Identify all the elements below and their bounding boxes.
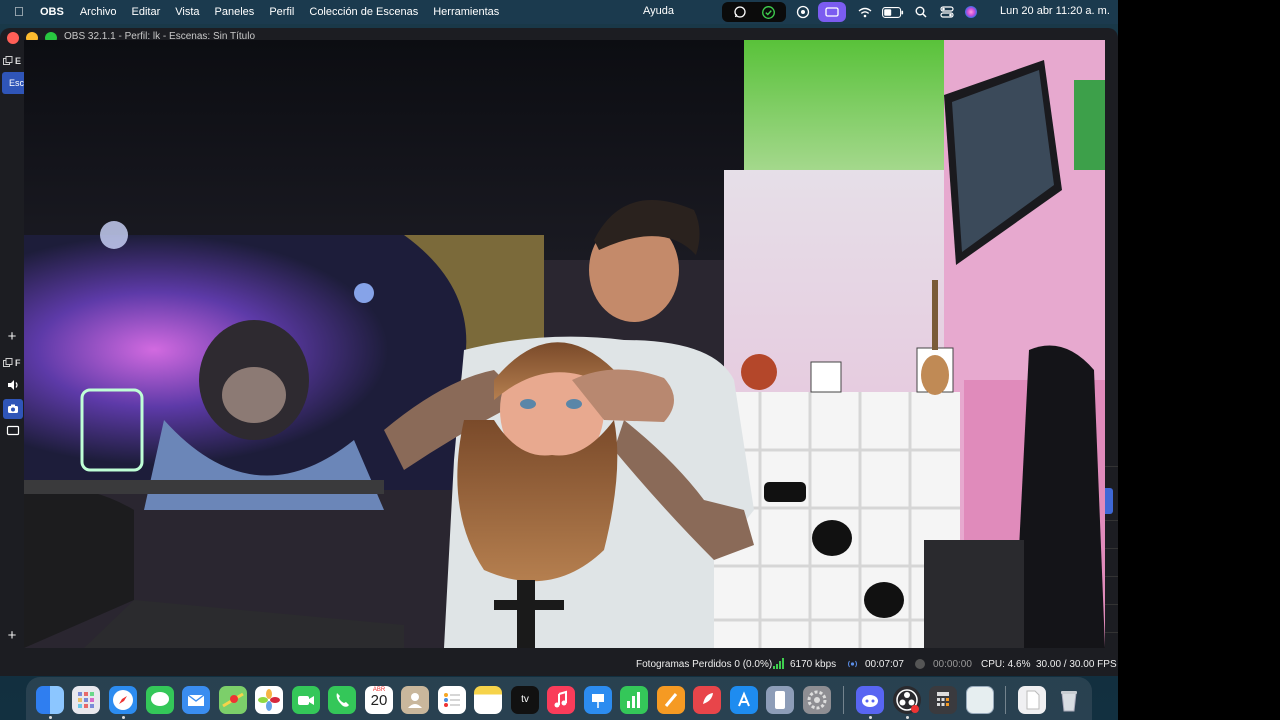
camera-source-item[interactable] xyxy=(3,399,23,419)
facetime-icon[interactable] xyxy=(292,686,320,714)
close-button[interactable] xyxy=(7,32,19,44)
cpu-label: CPU: 4.6% xyxy=(981,659,1031,670)
fps-label: 30.00 / 30.00 FPS xyxy=(1036,659,1117,670)
mail-icon[interactable] xyxy=(182,686,210,714)
stream-icon xyxy=(848,660,857,668)
keynote-icon[interactable] xyxy=(584,686,612,714)
sources-dock-title: F xyxy=(15,358,21,368)
add-scene-button[interactable]: + xyxy=(4,329,20,345)
music-icon[interactable] xyxy=(547,686,575,714)
trash-icon[interactable] xyxy=(1055,686,1083,714)
reminders-icon[interactable] xyxy=(438,686,466,714)
dock-divider xyxy=(1105,548,1118,549)
stream-time-label: 00:07:07 xyxy=(865,659,904,670)
dock-divider xyxy=(1105,576,1118,577)
program-preview[interactable] xyxy=(24,40,1105,648)
add-source-button[interactable]: + xyxy=(4,628,20,644)
search-icon[interactable] xyxy=(910,2,932,22)
contacts-icon[interactable] xyxy=(401,686,429,714)
menu-archivo[interactable]: Archivo xyxy=(80,6,117,18)
right-dock xyxy=(1105,40,1118,648)
system-settings-icon[interactable] xyxy=(803,686,831,714)
running-indicator xyxy=(49,716,52,719)
menu-bar:  OBS Archivo Editar Vista Paneles Perfi… xyxy=(0,0,1118,24)
control-center-icon[interactable] xyxy=(936,2,958,22)
simulator-icon[interactable] xyxy=(766,686,794,714)
calendar-day: 20 xyxy=(370,692,388,709)
running-indicator xyxy=(906,716,909,719)
menu-app-name[interactable]: OBS xyxy=(40,6,64,18)
menu-herramientas[interactable]: Herramientas xyxy=(433,6,499,18)
phone-icon[interactable] xyxy=(328,686,356,714)
app-store-icon[interactable] xyxy=(730,686,758,714)
bitrate-signal-icon xyxy=(773,658,784,669)
scene-list-item[interactable]: Esc xyxy=(2,72,24,94)
menubar-clock[interactable]: Lun 20 abr 11:20 a. m. xyxy=(1000,5,1110,17)
screen-mirror-icon[interactable] xyxy=(818,2,846,22)
dock-float-icon[interactable] xyxy=(3,56,13,66)
obs-app-icon[interactable] xyxy=(893,686,921,714)
preview-window-icon[interactable] xyxy=(966,686,994,714)
finder-icon[interactable] xyxy=(36,686,64,714)
apple-tv-label: tv xyxy=(521,694,529,705)
status-menu-area xyxy=(722,2,982,22)
siri-icon[interactable] xyxy=(960,2,982,22)
record-time-label: 00:00:00 xyxy=(933,659,972,670)
menu-vista[interactable]: Vista xyxy=(175,6,199,18)
apple-icon[interactable]:  xyxy=(14,5,26,19)
dropped-frames-label: Fotogramas Perdidos 0 (0.0%) xyxy=(636,659,773,670)
dock-separator xyxy=(843,686,844,714)
desktop-black-area xyxy=(1118,0,1280,720)
running-indicator xyxy=(122,716,125,719)
dock-float-icon[interactable] xyxy=(3,358,13,368)
check-icon xyxy=(761,5,775,19)
safari-icon[interactable] xyxy=(109,686,137,714)
running-indicator xyxy=(869,716,872,719)
battery-icon[interactable] xyxy=(880,2,906,22)
calculator-icon[interactable] xyxy=(929,686,957,714)
camera-icon xyxy=(8,404,18,413)
bitrate-label: 6170 kbps xyxy=(790,659,837,670)
whatsapp-status-pill[interactable] xyxy=(722,2,786,22)
numbers-icon[interactable] xyxy=(620,686,648,714)
obs-window: OBS 32.1.1 - Perfil: lk - Escenas: Sin T… xyxy=(0,28,1118,676)
dock-divider xyxy=(1105,466,1118,467)
selected-control-item[interactable] xyxy=(1105,488,1113,514)
dock-divider xyxy=(1105,632,1118,633)
dock-separator xyxy=(1005,686,1006,714)
camera-feed-image xyxy=(24,40,1105,648)
dock-divider xyxy=(1105,604,1118,605)
maps-icon[interactable] xyxy=(219,686,247,714)
discord-icon[interactable] xyxy=(856,686,884,714)
menu-ayuda[interactable]: Ayuda xyxy=(643,5,674,17)
left-dock: E Esc + F + xyxy=(0,50,24,648)
dock-divider xyxy=(1105,520,1118,521)
speaker-icon[interactable] xyxy=(6,378,20,392)
wifi-icon[interactable] xyxy=(854,2,876,22)
scenes-dock-title: E xyxy=(15,56,22,66)
notes-icon[interactable] xyxy=(474,686,502,714)
calendar-icon[interactable]: ABR 20 xyxy=(365,686,393,714)
launchpad-icon[interactable] xyxy=(72,686,100,714)
photos-icon[interactable] xyxy=(255,686,283,714)
menu-editar[interactable]: Editar xyxy=(132,6,161,18)
messages-icon[interactable] xyxy=(146,686,174,714)
menu-paneles[interactable]: Paneles xyxy=(215,6,255,18)
display-icon[interactable] xyxy=(6,424,20,438)
document-icon[interactable] xyxy=(1018,686,1046,714)
rocket-app-icon[interactable] xyxy=(693,686,721,714)
apple-tv-icon[interactable]: tv xyxy=(511,686,539,714)
record-icon xyxy=(915,659,925,669)
menu-coleccion-escenas[interactable]: Colección de Escenas xyxy=(309,6,418,18)
whatsapp-icon xyxy=(733,6,746,18)
airdrop-icon[interactable] xyxy=(792,2,814,22)
pages-icon[interactable] xyxy=(657,686,685,714)
menu-perfil[interactable]: Perfil xyxy=(269,6,294,18)
obs-status-bar: Fotogramas Perdidos 0 (0.0%) 6170 kbps 0… xyxy=(0,652,1118,676)
